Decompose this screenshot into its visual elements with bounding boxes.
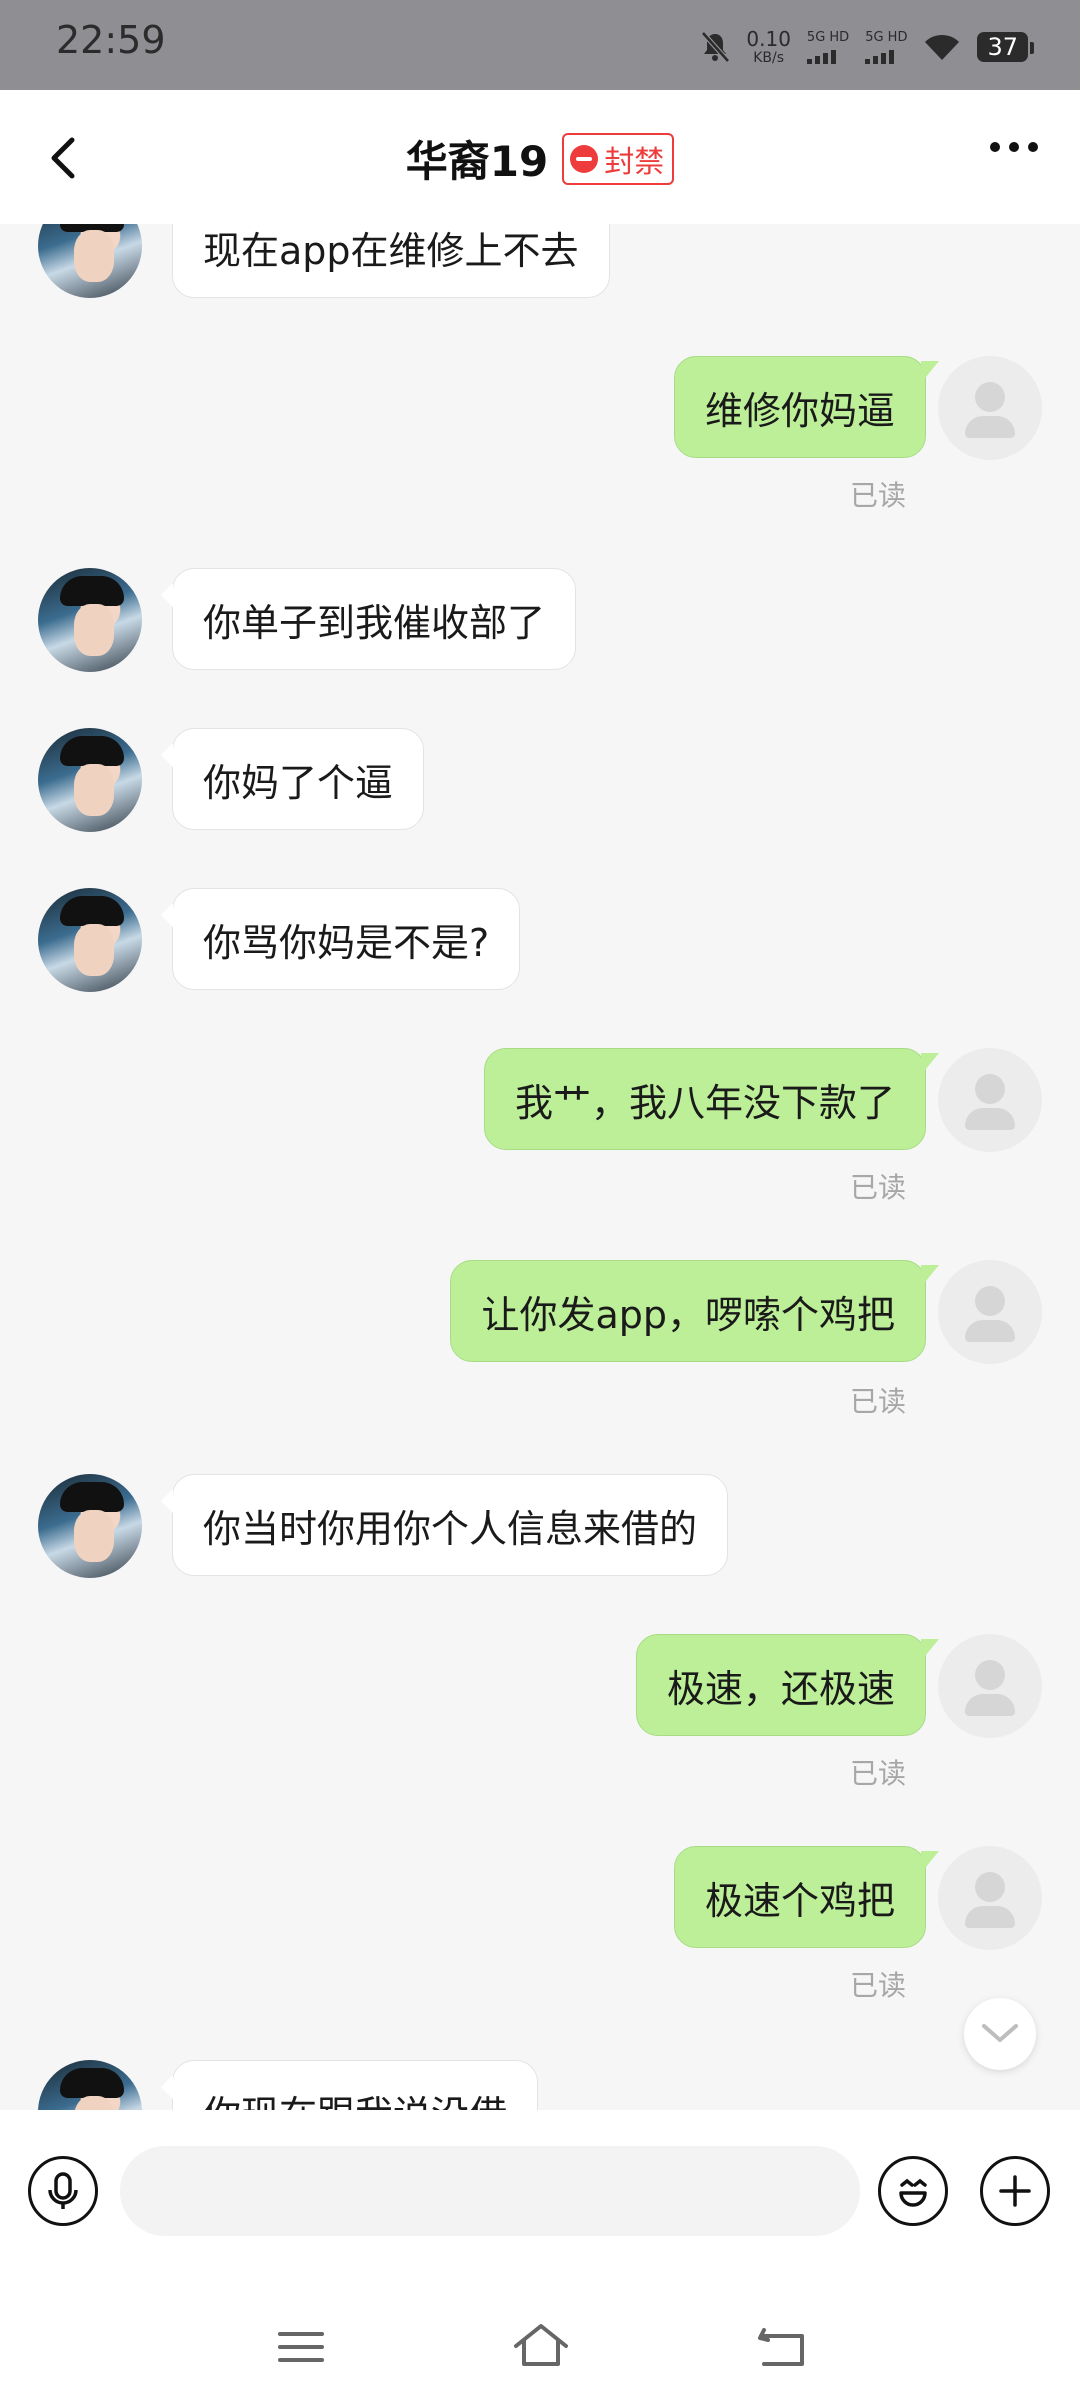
read-receipt: 已读 [850, 1969, 907, 2002]
network-speed-unit: KB/s [753, 50, 785, 66]
chat-header: 华裔19 封禁 [0, 90, 1080, 224]
outgoing-message[interactable]: 维修你妈逼 [673, 356, 940, 458]
read-receipt: 已读 [850, 1171, 907, 1204]
status-bar: 22:59 0.10 KB/s 5G HD 5G HD 37 [0, 0, 1080, 90]
outgoing-message[interactable]: 我艹，我八年没下款了 [483, 1048, 940, 1150]
contact-avatar[interactable] [38, 568, 142, 672]
mute-bell-icon [701, 31, 731, 63]
contact-avatar[interactable] [38, 1474, 142, 1578]
back-icon[interactable] [746, 2312, 816, 2382]
read-receipt: 已读 [850, 479, 907, 512]
home-icon[interactable] [506, 2312, 576, 2382]
contact-avatar[interactable] [38, 224, 142, 298]
contact-avatar[interactable] [38, 2060, 142, 2110]
my-avatar[interactable] [938, 1846, 1042, 1950]
battery-icon: 37 [977, 32, 1034, 62]
message-input[interactable] [120, 2146, 860, 2236]
incoming-message[interactable]: 你当时你用你个人信息来借的 [160, 1474, 729, 1576]
signal-bars-icon [865, 48, 895, 64]
wifi-icon [925, 34, 960, 60]
more-options-button[interactable] [980, 2156, 1050, 2226]
system-nav-bar [0, 2290, 1080, 2400]
my-avatar[interactable] [938, 1260, 1042, 1364]
my-avatar[interactable] [938, 356, 1042, 460]
incoming-message[interactable]: 现在app在维修上不去 [172, 224, 610, 298]
voice-button[interactable] [28, 2156, 98, 2226]
ban-icon [570, 144, 599, 173]
status-icons: 0.10 KB/s 5G HD 5G HD 37 [700, 22, 1034, 72]
outgoing-message[interactable]: 让你发app，啰嗦个鸡把 [450, 1260, 939, 1362]
chevron-down-icon [982, 2024, 1018, 2042]
message-list[interactable]: 现在app在维修上不去 维修你妈逼 已读 你单子到我催收部了 你妈了个逼 你骂你… [0, 224, 1080, 2110]
sim2-label: 5G HD [865, 29, 908, 45]
plus-icon [999, 2175, 1031, 2207]
more-dots-icon[interactable] [990, 142, 1038, 152]
emoji-button[interactable] [878, 2156, 948, 2226]
sim1-signal: 5G HD [806, 29, 850, 64]
banned-badge: 封禁 [562, 132, 675, 185]
menu-icon[interactable] [266, 2312, 336, 2382]
page-title: 华裔19 [405, 137, 549, 186]
my-avatar[interactable] [938, 1048, 1042, 1152]
sim1-label: 5G HD [806, 29, 850, 45]
network-speed: 0.10 KB/s [746, 29, 791, 65]
status-time: 22:59 [56, 18, 166, 62]
microphone-icon [48, 2172, 78, 2209]
incoming-message[interactable]: 你单子到我催收部了 [160, 568, 577, 670]
read-receipt: 已读 [850, 1385, 907, 1418]
sim2-signal: 5G HD [865, 31, 907, 64]
outgoing-message[interactable]: 极速个鸡把 [673, 1846, 940, 1948]
signal-bars-icon [806, 48, 836, 64]
scroll-to-bottom-button[interactable] [964, 1998, 1036, 2070]
header-title-group: 华裔19 封禁 [0, 128, 1080, 189]
incoming-message[interactable]: 你现在跟我说没借 [160, 2060, 539, 2110]
my-avatar[interactable] [938, 1634, 1042, 1738]
emoji-icon [899, 2178, 927, 2207]
incoming-message[interactable]: 你骂你妈是不是? [160, 888, 521, 990]
network-speed-value: 0.10 [746, 27, 791, 51]
composer-bar [0, 2110, 1080, 2290]
outgoing-message[interactable]: 极速，还极速 [635, 1634, 940, 1736]
contact-avatar[interactable] [38, 728, 142, 832]
incoming-message[interactable]: 你妈了个逼 [160, 728, 425, 830]
read-receipt: 已读 [850, 1757, 907, 1790]
banned-badge-label: 封禁 [604, 144, 665, 180]
contact-avatar[interactable] [38, 888, 142, 992]
